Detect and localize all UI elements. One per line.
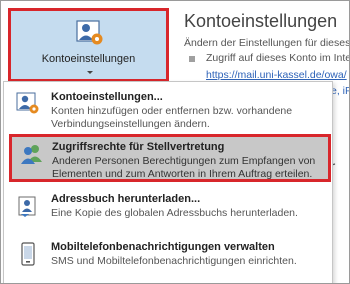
- page-title: Kontoeinstellungen: [184, 11, 338, 31]
- two-people-icon: [20, 142, 44, 166]
- mobile-phone-icon: [16, 242, 40, 266]
- ribbon-button-label: Kontoeinstellungen: [41, 53, 136, 65]
- menu-item-description: Konten hinzufügen oder entfernen bzw. vo…: [51, 105, 293, 130]
- person-gear-icon: [75, 19, 105, 47]
- menu-item-mobile-notifications[interactable]: Mobiltelefonbenachrichtigungen verwalten…: [4, 236, 332, 280]
- address-book-download-icon: [16, 194, 40, 218]
- menu-item-description: SMS und Mobiltelefonbenachrichtigungen e…: [51, 255, 297, 267]
- chevron-down-icon: [87, 71, 93, 74]
- menu-item-title: Zugriffsrechte für Stellvertretung: [52, 141, 225, 153]
- person-gear-icon: [16, 92, 40, 116]
- background-link-fragment: e, iP: [331, 85, 350, 97]
- menu-item-title: Mobiltelefonbenachrichtigungen verwalten: [51, 241, 275, 253]
- account-settings-menu: Kontoeinstellungen... Konten hinzufügen …: [3, 81, 333, 283]
- bullet-icon: [189, 56, 195, 62]
- bullet-text: Zugriff auf dieses Konto im Inte: [206, 52, 350, 64]
- menu-item-delegate-access[interactable]: Zugriffsrechte für Stellvertretung Ander…: [9, 134, 331, 182]
- page-subtitle: Ändern der Einstellungen für dieses: [184, 37, 350, 49]
- account-settings-screen: Kontoeinstellungen Ändern der Einstellun…: [0, 0, 350, 284]
- account-settings-ribbon-button[interactable]: Kontoeinstellungen: [8, 8, 169, 82]
- menu-item-account-settings[interactable]: Kontoeinstellungen... Konten hinzufügen …: [4, 86, 332, 130]
- menu-item-title: Kontoeinstellungen...: [51, 91, 163, 103]
- menu-item-description: Anderen Personen Berechtigungen zum Empf…: [52, 155, 316, 180]
- menu-item-download-address-book[interactable]: Adressbuch herunterladen... Eine Kopie d…: [4, 188, 332, 232]
- menu-item-title: Adressbuch herunterladen...: [51, 193, 201, 205]
- owa-link[interactable]: https://mail.uni-kassel.de/owa/: [206, 69, 347, 81]
- menu-item-description: Eine Kopie des globalen Adressbuchs heru…: [51, 207, 298, 219]
